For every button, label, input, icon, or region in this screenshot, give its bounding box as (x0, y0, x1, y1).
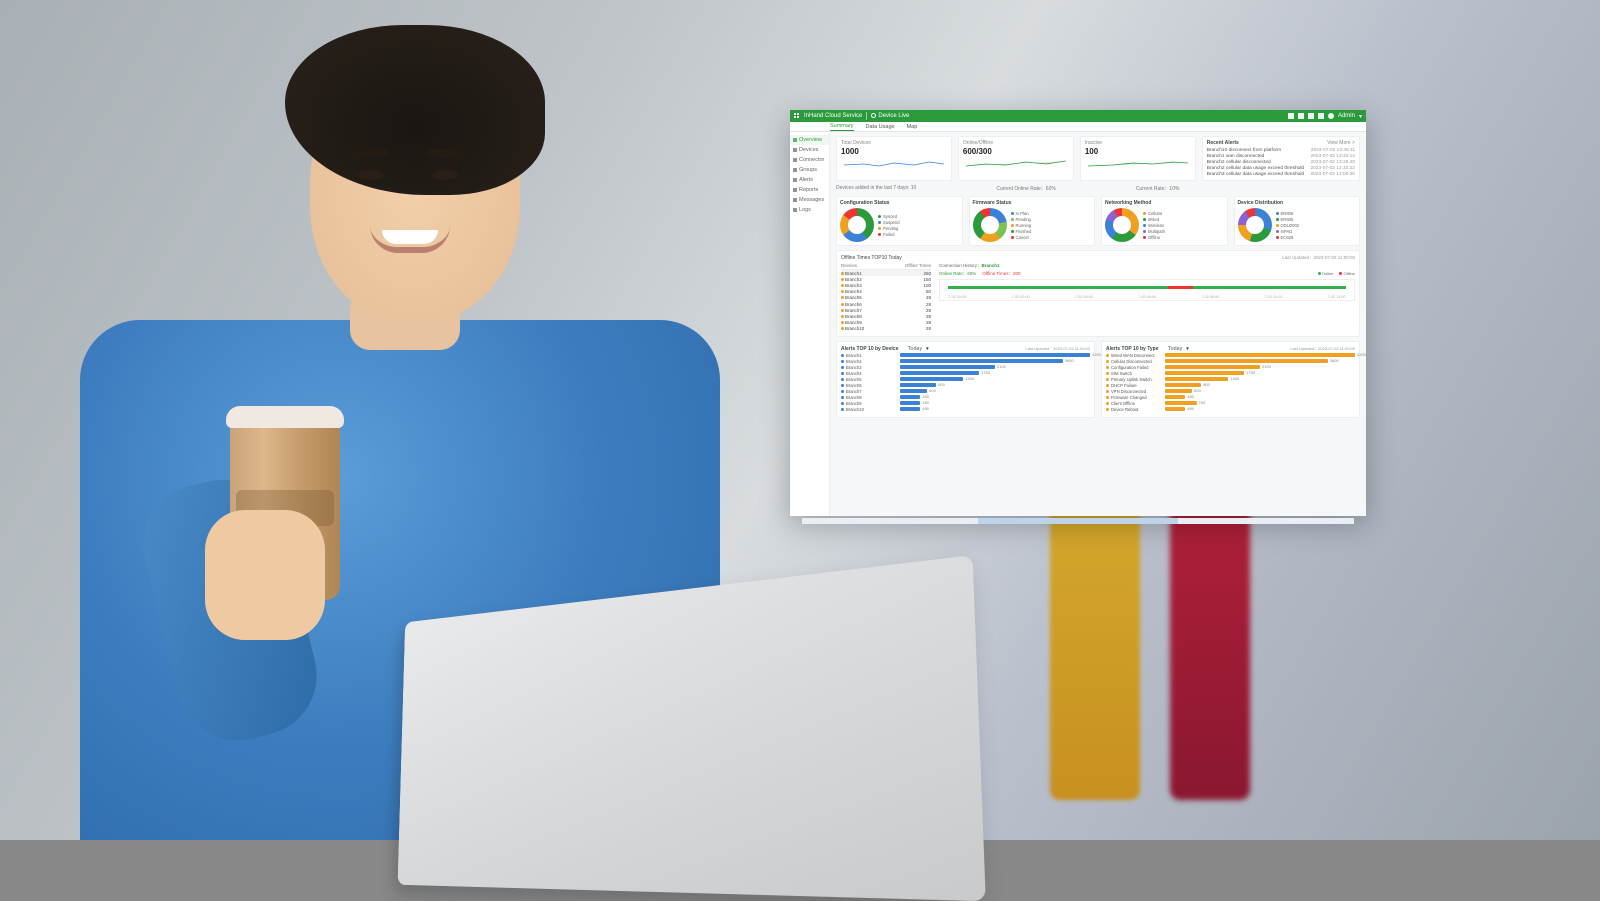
sidebar-item-alerts[interactable]: Alerts (790, 175, 829, 185)
bar-row: Branch10450 (841, 407, 1090, 412)
offline-table: DevicesOffline Times Branch1260Branch215… (841, 263, 931, 332)
alert-row[interactable]: Branch2 cellular data usage exceed thres… (1207, 165, 1355, 171)
bar-row: Branch6800 (841, 383, 1090, 388)
bar-row: Branch41750 (841, 371, 1090, 376)
brand-title: InHand Cloud Service (804, 113, 862, 119)
kpi-inactive: Inactive 100 (1080, 136, 1196, 181)
bar-row: VPN Disconnected600 (1106, 389, 1355, 394)
bar-row: Branch51400 (841, 377, 1090, 382)
kpi-total-devices: Total Devices 1000 (836, 136, 952, 181)
user-menu[interactable]: Admin (1338, 113, 1355, 119)
sidebar-item-logs[interactable]: Logs (790, 205, 829, 215)
bar-row: Branch14200 (841, 353, 1090, 358)
donut-firmware-status: Firmware StatusIn PlanPendingRunningFini… (969, 196, 1096, 246)
tab-bar: Summary Data Usage Map (790, 122, 1366, 132)
timeline-track[interactable]: 7-02 00:007-02 02:007-02 04:007-02 06:00… (939, 279, 1355, 301)
online-rate-note: Current Online Rate：60% (996, 185, 1055, 192)
apps-icon[interactable] (794, 113, 800, 119)
bar-row: Branch7600 (841, 389, 1090, 394)
tab-data-usage[interactable]: Data Usage (866, 124, 895, 130)
sidebar: OverviewDevicesConnectorGroupsAlertsRepo… (790, 132, 830, 516)
alerts-by-type: Alerts TOP 10 by Type Today ▾Last Update… (1101, 341, 1360, 418)
bar-row: Configuration Failed2100 (1106, 365, 1355, 370)
bar-row: Wired WAN Disconnect4200 (1106, 353, 1355, 358)
search-icon[interactable] (1288, 113, 1294, 119)
kpi-online-offline: Online/Offline 600/300 (958, 136, 1074, 181)
settings-icon[interactable] (1328, 113, 1334, 119)
bar-row: Device Reboot450 (1106, 407, 1355, 412)
bar-row: Branch9450 (841, 401, 1090, 406)
alert-row[interactable]: Branch10 disconnect from platform2023-07… (1207, 147, 1355, 153)
tab-summary[interactable]: Summary (830, 123, 854, 131)
bar-row: Branch32100 (841, 365, 1090, 370)
view-more-link[interactable]: View More > (1327, 140, 1355, 146)
sidebar-item-reports[interactable]: Reports (790, 185, 829, 195)
alerts-by-device: Alerts TOP 10 by Device Today ▾Last Upda… (836, 341, 1095, 418)
offline-title: Offline Times TOP10 Today (841, 255, 902, 261)
donut-networking-method: Networking MethodCellularWiredWirelessMu… (1101, 196, 1228, 246)
bar-row: Primary Uplink Switch1400 (1106, 377, 1355, 382)
bar-row: SIM Switch1750 (1106, 371, 1355, 376)
connection-history: Connection History：Branch1 Online Rate：6… (939, 263, 1355, 332)
tab-map[interactable]: Map (907, 124, 918, 130)
bookmark-icon[interactable] (1308, 113, 1314, 119)
donut-configuration-status: Configuration StatusSyncedSuspendPending… (836, 196, 963, 246)
sidebar-item-messages[interactable]: Messages (790, 195, 829, 205)
recent-alerts-card: Recent AlertsView More > Branch10 discon… (1202, 136, 1360, 181)
sidebar-item-groups[interactable]: Groups (790, 165, 829, 175)
bar-row: Firmware Changed450 (1106, 395, 1355, 400)
bar-row: Branch23600 (841, 359, 1090, 364)
bar-row: Cellular Disconnected3600 (1106, 359, 1355, 364)
bar-row: Branch8450 (841, 395, 1090, 400)
table-row[interactable]: Branch1028 (841, 326, 931, 332)
bell-icon[interactable] (1318, 113, 1324, 119)
file-icon[interactable] (1298, 113, 1304, 119)
current-rate-note: Current Rate：10% (1136, 185, 1180, 192)
sidebar-item-devices[interactable]: Devices (790, 145, 829, 155)
offline-panel: Offline Times TOP10 TodayLast Updated：20… (836, 250, 1360, 337)
section-title: Device Live (871, 113, 909, 119)
dashboard-screenshot: InHand Cloud Service Device Live Admin▾ … (790, 110, 1366, 516)
topbar: InHand Cloud Service Device Live Admin▾ (790, 110, 1366, 122)
devices-added-note: Devices added in the last 7 days: 10 (836, 185, 916, 192)
alert-row[interactable]: Branch3 cellular data usage exceed thres… (1207, 171, 1355, 177)
sidebar-item-overview[interactable]: Overview (790, 135, 829, 145)
sidebar-item-connector[interactable]: Connector (790, 155, 829, 165)
bar-row: DHCP Failure800 (1106, 383, 1355, 388)
bar-row: Client Offline700 (1106, 401, 1355, 406)
donut-device-distribution: Device DistributionER805ER605ODU2002InPA… (1234, 196, 1361, 246)
